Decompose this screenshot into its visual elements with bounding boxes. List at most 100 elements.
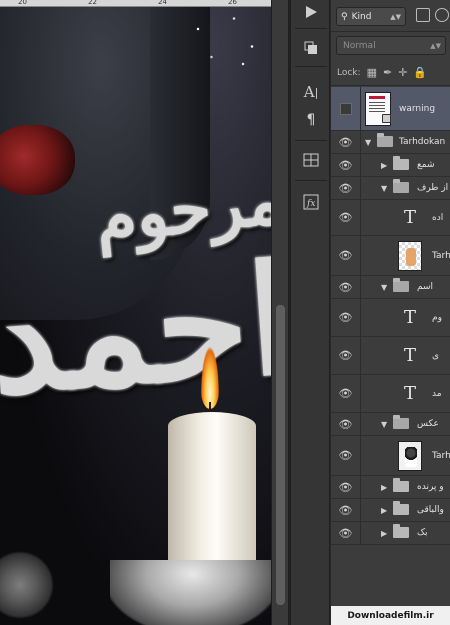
- layer-name: ی: [432, 350, 440, 361]
- layer-row-group[interactable]: 👁 ▼ از طرف: [331, 177, 450, 200]
- ruler-mark: 20: [18, 0, 27, 6]
- layer-visibility-toggle[interactable]: 👁: [331, 476, 361, 498]
- layer-row-text[interactable]: 👁 T وم: [331, 299, 450, 337]
- layer-row-image[interactable]: 👁 Tarh: [331, 236, 450, 276]
- layers-panel: ⚲ Kind ▲▼ Normal ▲▼ Lock: ▦ ✒ ✛ 🔒 warnin…: [331, 0, 450, 625]
- paragraph-icon[interactable]: ¶: [298, 108, 324, 132]
- layer-name: Tarh: [432, 450, 450, 461]
- disclosure-closed-icon[interactable]: ▶: [381, 499, 387, 521]
- layer-row-group[interactable]: 👁 ▶ شمع: [331, 154, 450, 177]
- layer-visibility-toggle[interactable]: 👁: [331, 413, 361, 435]
- disclosure-open-icon[interactable]: ▼: [365, 131, 371, 153]
- layer-row-image[interactable]: 👁 Tarh: [331, 436, 450, 476]
- disclosure-open-icon[interactable]: ▼: [381, 413, 387, 435]
- layer-row-group[interactable]: 👁 ▼ اسم: [331, 276, 450, 299]
- folder-icon: [393, 501, 409, 515]
- lock-pixels-icon[interactable]: ✒: [383, 66, 392, 79]
- horizontal-ruler[interactable]: 20 22 24 26: [0, 0, 271, 7]
- folder-icon: [393, 524, 409, 538]
- layer-visibility-toggle[interactable]: 👁: [331, 436, 361, 475]
- layer-name: شمع: [417, 160, 435, 170]
- artwork-rose: [0, 125, 75, 195]
- lock-all-icon[interactable]: 🔒: [413, 66, 427, 79]
- layer-row-text[interactable]: 👁 T مد: [331, 375, 450, 413]
- folder-open-icon: [393, 179, 409, 193]
- chevron-updown-icon: ▲▼: [390, 12, 401, 21]
- document-canvas[interactable]: 20 22 24 26 مرحوم احمد: [0, 0, 271, 625]
- chevron-updown-icon: ▲▼: [430, 41, 441, 50]
- layer-row-tarhdokan[interactable]: 👁 ▼ Tarhdokan: [331, 131, 450, 154]
- layer-name: وم: [432, 312, 442, 323]
- play-icon[interactable]: [298, 0, 324, 24]
- grid-icon[interactable]: [298, 148, 324, 172]
- text-layer-icon: T: [404, 307, 417, 328]
- adjustment-filter-icon[interactable]: [435, 8, 449, 22]
- eye-icon: 👁: [338, 158, 353, 172]
- lock-row: Lock: ▦ ✒ ✛ 🔒: [331, 60, 450, 86]
- watermark-banner: Downloadefilm.ir: [331, 606, 450, 625]
- eye-icon: 👁: [338, 211, 353, 224]
- blend-mode-select[interactable]: Normal ▲▼: [336, 36, 446, 55]
- disclosure-open-icon[interactable]: ▼: [381, 276, 387, 298]
- layer-visibility-toggle[interactable]: 👁: [331, 236, 361, 275]
- artwork-starfield: [180, 8, 270, 78]
- layer-row-text[interactable]: 👁 T اده: [331, 200, 450, 236]
- layer-visibility-toggle[interactable]: 👁: [331, 276, 361, 298]
- layer-visibility-toggle[interactable]: 👁: [331, 522, 361, 544]
- layer-visibility-toggle[interactable]: 👁: [331, 337, 361, 374]
- layer-row-group[interactable]: 👁 ▼ عکس: [331, 413, 450, 436]
- disclosure-closed-icon[interactable]: ▶: [381, 522, 387, 544]
- layer-visibility-toggle[interactable]: 👁: [331, 200, 361, 235]
- layer-name: warning: [399, 103, 436, 114]
- ruler-mark: 26: [228, 0, 237, 6]
- svg-text:fx: fx: [306, 199, 315, 209]
- layer-row-text[interactable]: 👁 T ی: [331, 337, 450, 375]
- ruler-mark: 22: [88, 0, 97, 6]
- layer-visibility-toggle[interactable]: 👁: [331, 299, 361, 336]
- kind-select-value: Kind: [351, 11, 372, 22]
- layer-row-group[interactable]: 👁 ▶ بک: [331, 522, 450, 545]
- blend-mode-value: Normal: [343, 40, 376, 51]
- lock-position-icon[interactable]: ✛: [398, 66, 407, 79]
- eye-icon: 👁: [338, 449, 353, 462]
- layer-thumbnail: [398, 240, 422, 271]
- text-layer-icon: T: [404, 207, 417, 228]
- layer-visibility-toggle[interactable]: 👁: [331, 177, 361, 199]
- panel-icon-strip: A | ¶ fx: [291, 0, 330, 625]
- lock-transparency-icon[interactable]: ▦: [367, 66, 377, 79]
- layer-row-warning[interactable]: warning: [331, 87, 450, 131]
- layer-filter-kind-select[interactable]: ⚲ Kind ▲▼: [336, 7, 406, 26]
- toolbar-separator: [295, 28, 327, 29]
- layer-row-group[interactable]: 👁 ▶ و پرنده: [331, 476, 450, 499]
- disclosure-closed-icon[interactable]: ▶: [381, 154, 387, 176]
- 3d-layer-icon[interactable]: [298, 36, 324, 60]
- type-path-icon[interactable]: fx: [298, 190, 324, 214]
- blend-mode-row: Normal ▲▼: [331, 32, 450, 60]
- eye-icon: 👁: [338, 280, 353, 294]
- layer-visibility-toggle[interactable]: 👁: [331, 499, 361, 521]
- layer-visibility-toggle[interactable]: 👁: [331, 131, 361, 153]
- layer-visibility-toggle[interactable]: 👁: [331, 375, 361, 412]
- folder-open-icon: [393, 415, 409, 429]
- toolbar-separator: [295, 140, 327, 141]
- calligraphy-name: احمد: [0, 231, 271, 429]
- text-layer-icon: T: [404, 345, 417, 366]
- text-layer-icon: T: [404, 383, 417, 404]
- layer-visibility-toggle[interactable]: 👁: [331, 154, 361, 176]
- folder-icon: [393, 156, 409, 170]
- candle-holder: [110, 560, 271, 625]
- search-icon: ⚲: [341, 11, 348, 22]
- layer-name: بک: [417, 528, 428, 538]
- disclosure-open-icon[interactable]: ▼: [381, 177, 387, 199]
- candle-body: [168, 412, 256, 572]
- toolbar-separator: [295, 180, 327, 181]
- scrollbar-thumb[interactable]: [276, 305, 285, 605]
- image-filter-icon[interactable]: [416, 8, 430, 22]
- eye-icon: 👁: [338, 181, 353, 195]
- eye-icon: 👁: [338, 135, 353, 149]
- disclosure-closed-icon[interactable]: ▶: [381, 476, 387, 498]
- character-icon[interactable]: A |: [298, 80, 324, 104]
- canvas-vertical-scrollbar[interactable]: [271, 0, 288, 625]
- layer-row-group[interactable]: 👁 ▶ والباقی: [331, 499, 450, 522]
- layer-visibility-toggle[interactable]: [331, 87, 361, 130]
